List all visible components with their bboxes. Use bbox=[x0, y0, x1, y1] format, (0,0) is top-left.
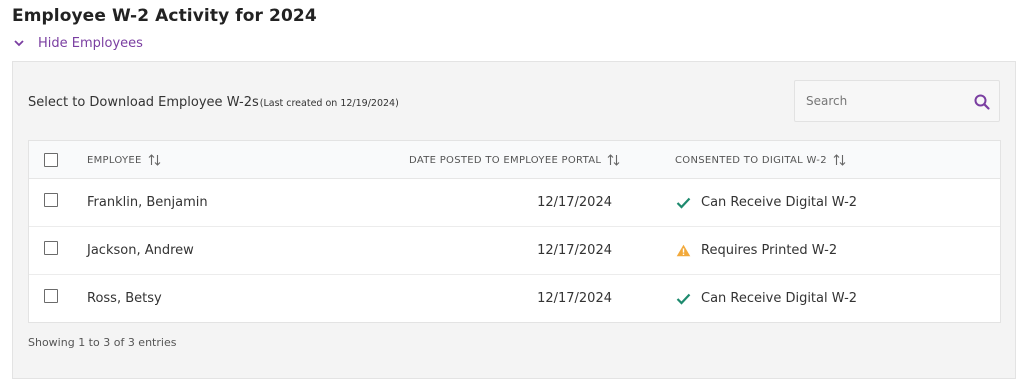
date-posted: 12/17/2024 bbox=[537, 243, 612, 258]
employee-name: Jackson, Andrew bbox=[87, 243, 194, 258]
warning-icon bbox=[675, 244, 691, 258]
search-box bbox=[794, 80, 1000, 122]
consent-status-label: Requires Printed W-2 bbox=[701, 243, 838, 258]
search-input[interactable] bbox=[795, 81, 965, 121]
column-label-consent: CONSENTED TO DIGITAL W-2 bbox=[675, 154, 827, 166]
panel-heading-text: Select to Download Employee W-2s bbox=[28, 95, 259, 110]
sort-icon bbox=[833, 154, 846, 166]
row-checkbox[interactable] bbox=[44, 193, 58, 207]
employee-table: EMPLOYEE DATE POSTED TO EMPLOYEE PORTAL … bbox=[28, 140, 1001, 323]
column-label-employee: EMPLOYEE bbox=[87, 154, 142, 166]
employee-name: Franklin, Benjamin bbox=[87, 195, 208, 210]
last-created-note: (Last created on 12/19/2024) bbox=[259, 98, 399, 109]
sort-icon bbox=[607, 154, 620, 166]
column-header-consent[interactable]: CONSENTED TO DIGITAL W-2 bbox=[675, 154, 846, 166]
page-title: Employee W-2 Activity for 2024 bbox=[12, 6, 317, 26]
pagination-info: Showing 1 to 3 of 3 entries bbox=[28, 336, 177, 349]
chevron-down-icon bbox=[12, 36, 26, 50]
check-icon bbox=[675, 196, 691, 210]
consent-status: Can Receive Digital W-2 bbox=[675, 195, 857, 210]
employee-name: Ross, Betsy bbox=[87, 291, 162, 306]
date-posted: 12/17/2024 bbox=[537, 291, 612, 306]
table-row[interactable]: Jackson, Andrew 12/17/2024 Requires Prin… bbox=[29, 227, 1000, 275]
hide-employees-label: Hide Employees bbox=[38, 35, 143, 51]
sort-icon bbox=[148, 154, 161, 166]
table-header: EMPLOYEE DATE POSTED TO EMPLOYEE PORTAL … bbox=[29, 141, 1000, 179]
table-row[interactable]: Ross, Betsy 12/17/2024 Can Receive Digit… bbox=[29, 275, 1000, 323]
consent-status: Requires Printed W-2 bbox=[675, 243, 837, 258]
table-row[interactable]: Franklin, Benjamin 12/17/2024 Can Receiv… bbox=[29, 179, 1000, 227]
row-checkbox[interactable] bbox=[44, 289, 58, 303]
consent-status-label: Can Receive Digital W-2 bbox=[701, 195, 858, 210]
search-icon[interactable] bbox=[973, 93, 991, 111]
date-posted: 12/17/2024 bbox=[537, 195, 612, 210]
column-label-date-posted: DATE POSTED TO EMPLOYEE PORTAL bbox=[409, 154, 602, 166]
select-all-checkbox[interactable] bbox=[44, 153, 58, 167]
column-header-employee[interactable]: EMPLOYEE bbox=[87, 154, 161, 166]
hide-employees-toggle[interactable]: Hide Employees bbox=[12, 34, 143, 52]
w2-panel: Select to Download Employee W-2s (Last c… bbox=[12, 61, 1016, 379]
consent-status-label: Can Receive Digital W-2 bbox=[701, 291, 858, 306]
consent-status: Can Receive Digital W-2 bbox=[675, 291, 857, 306]
panel-heading: Select to Download Employee W-2s (Last c… bbox=[28, 95, 399, 110]
row-checkbox[interactable] bbox=[44, 241, 58, 255]
column-header-date-posted[interactable]: DATE POSTED TO EMPLOYEE PORTAL bbox=[409, 154, 620, 166]
check-icon bbox=[675, 292, 691, 306]
